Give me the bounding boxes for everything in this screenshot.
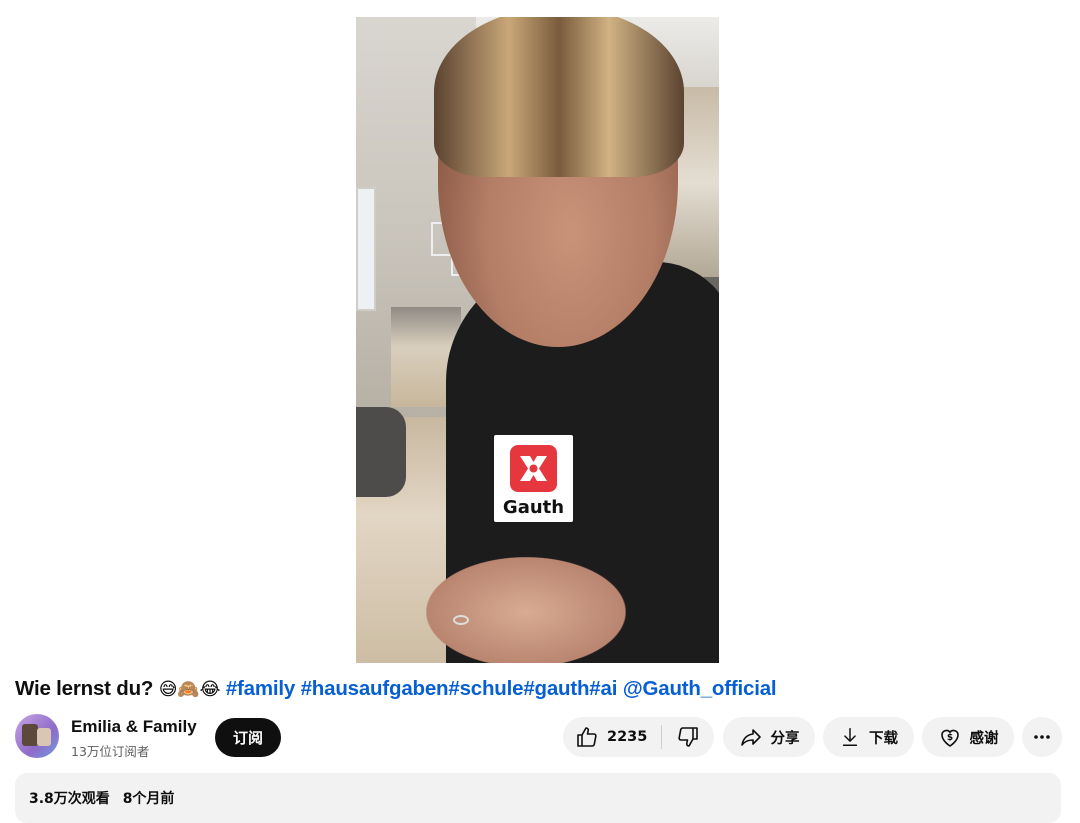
share-button[interactable]: 分享	[723, 717, 815, 757]
download-button[interactable]: 下载	[823, 717, 914, 757]
channel-name[interactable]: Emilia & Family	[71, 717, 197, 737]
like-count: 2235	[607, 729, 648, 745]
thanks-label: 感谢	[969, 730, 999, 747]
video-person-hair	[434, 17, 684, 177]
subscribe-button[interactable]: 订阅	[215, 718, 281, 757]
gauth-logo-overlay: Gauth	[494, 435, 573, 522]
avatar-photo-part	[22, 724, 38, 746]
video-title: Wie lernst du? 😅🙈😂 #family #hausaufgaben…	[15, 677, 777, 701]
like-dislike-group: 2235	[563, 717, 714, 757]
thanks-icon: $	[940, 729, 959, 747]
more-icon	[1034, 735, 1050, 739]
gauth-logo-icon	[510, 445, 557, 492]
video-person-ring	[453, 615, 469, 625]
video-frame-window	[356, 187, 376, 311]
video-title-emojis: 😅🙈😂	[158, 679, 221, 700]
svg-text:$: $	[946, 733, 952, 743]
description-meta: 3.8万次观看 8个月前	[29, 788, 174, 808]
video-title-text: Wie lernst du?	[15, 677, 154, 700]
download-label: 下载	[869, 730, 898, 747]
dislike-button[interactable]	[662, 717, 714, 757]
thanks-button[interactable]: $ 感谢	[922, 717, 1014, 757]
subscriber-count: 13万位订阅者	[71, 744, 150, 759]
upload-age: 8个月前	[122, 791, 175, 807]
share-icon	[740, 729, 761, 746]
video-player[interactable]: Gauth	[356, 17, 719, 663]
thumbs-up-icon	[577, 727, 597, 747]
description-box[interactable]: 3.8万次观看 8个月前	[15, 773, 1061, 823]
video-title-hashtags[interactable]: #family #hausaufgaben#schule#gauth#ai	[226, 677, 618, 700]
video-frame-couch	[356, 407, 406, 497]
more-actions-button[interactable]	[1022, 717, 1062, 757]
download-icon	[842, 728, 858, 746]
thumbs-down-icon	[678, 727, 698, 747]
video-person-hands	[426, 557, 626, 663]
share-label: 分享	[770, 730, 800, 747]
view-count: 3.8万次观看	[29, 791, 110, 807]
avatar-photo-part-2	[37, 728, 51, 746]
like-button[interactable]: 2235	[563, 717, 661, 757]
gauth-logo-text: Gauth	[502, 497, 565, 518]
channel-avatar[interactable]	[15, 714, 59, 758]
video-title-mention[interactable]: @Gauth_official	[623, 677, 777, 700]
